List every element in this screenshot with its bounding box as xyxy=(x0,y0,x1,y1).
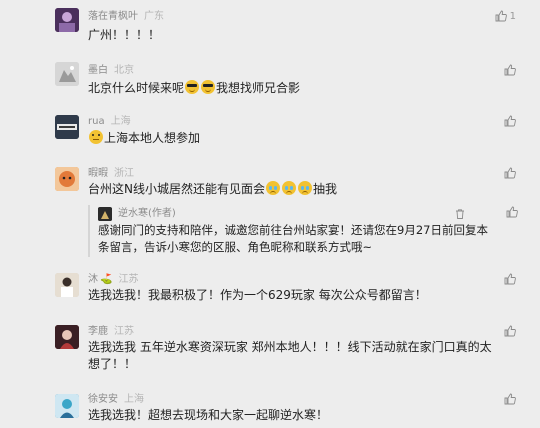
crying-emoji xyxy=(281,181,296,195)
author-reply: 逆水寒(作者) 感谢同门的支持和陪伴，诚邀您前往台州站家宴！还请您在9月27日前… xyxy=(88,205,540,257)
like-button[interactable] xyxy=(504,166,516,180)
author-location: 上海 xyxy=(110,116,131,127)
sunglasses-emoji xyxy=(201,80,216,94)
avatar[interactable] xyxy=(55,8,79,32)
thumbs-up-icon xyxy=(504,393,516,405)
like-button[interactable] xyxy=(504,324,516,338)
thumbs-up-icon xyxy=(506,206,518,218)
author-location: 江苏 xyxy=(118,274,139,285)
thumbs-up-icon xyxy=(504,273,516,285)
like-button[interactable] xyxy=(504,392,516,406)
reply-text: 感谢同门的支持和陪伴，诚邀您前往台州站家宴！还请您在9月27日前回复本条留言，告… xyxy=(98,223,488,254)
like-count: 1 xyxy=(509,10,516,22)
avatar[interactable] xyxy=(55,273,79,297)
sunglasses-emoji xyxy=(185,80,200,94)
reply-author[interactable]: 逆水寒(作者) xyxy=(118,208,176,220)
like-button[interactable]: 1 xyxy=(495,9,516,23)
comment-author: rua 上海 xyxy=(88,116,131,128)
author-name[interactable]: 墨白 xyxy=(88,65,108,76)
crying-emoji xyxy=(265,181,280,195)
author-location: 浙江 xyxy=(114,168,134,179)
expressionless-emoji xyxy=(89,130,103,144)
avatar[interactable] xyxy=(55,167,79,191)
thumbs-up-icon xyxy=(504,325,516,337)
author-name[interactable]: 李鹿 xyxy=(88,326,108,337)
avatar[interactable] xyxy=(55,62,79,86)
comment-text: 北京什么时候来呢 我想找师兄合影 xyxy=(88,80,301,95)
like-button[interactable] xyxy=(504,114,516,128)
author-location: 广东 xyxy=(144,11,164,22)
author-location: 上海 xyxy=(124,394,144,405)
like-button[interactable] xyxy=(504,272,516,286)
avatar[interactable] xyxy=(55,115,79,139)
author-badge: ⛳ xyxy=(100,274,113,285)
comment-author: 暇暇 浙江 xyxy=(88,168,134,180)
comment-text: 选我选我！我最积极了！作为一个629玩家 每次公众号都留言！ xyxy=(88,288,427,302)
author-avatar[interactable] xyxy=(98,207,112,221)
author-name[interactable]: 徐安安 xyxy=(88,394,118,405)
comment-author: 徐安安 上海 xyxy=(88,394,144,406)
thumbs-up-icon xyxy=(495,10,507,22)
comment-text: 选我选我！超想去现场和大家一起聊逆水寒！ xyxy=(88,408,329,422)
comment-text: 上海本地人想参加 xyxy=(88,130,498,147)
thumbs-up-icon xyxy=(504,115,516,127)
comment-author: 落在青枫叶 广东 xyxy=(88,11,164,23)
crying-emoji xyxy=(297,181,312,195)
author-name[interactable]: 落在青枫叶 xyxy=(88,11,138,22)
comment-text: 广州！！！！ xyxy=(88,28,161,42)
thumbs-up-icon xyxy=(504,167,516,179)
comment-author: 李鹿 江苏 xyxy=(88,326,134,338)
comment-author: 沐 ⛳ 江苏 xyxy=(88,274,138,286)
author-name[interactable]: 沐 xyxy=(88,274,98,285)
comment-text: 选我选我 五年逆水寒资深玩家 郑州本地人！！！线下活动就在家门口真的太想了！！ xyxy=(88,340,492,371)
comment-list: 落在青枫叶 广东 1 广州！！！！ 墨白 北京 北京什么时候来呢 我想找师兄合影 ru… xyxy=(0,0,540,428)
comment-text: 台州这N线小城居然还能有见面会 抽我 xyxy=(88,181,337,196)
avatar[interactable] xyxy=(55,325,79,349)
avatar[interactable] xyxy=(55,394,79,418)
comment-author: 墨白 北京 xyxy=(88,65,134,77)
author-name[interactable]: 暇暇 xyxy=(88,168,108,179)
author-name[interactable]: rua xyxy=(88,116,105,127)
like-button[interactable] xyxy=(506,205,518,219)
trash-icon xyxy=(456,209,464,219)
like-button[interactable] xyxy=(504,63,516,77)
thumbs-up-icon xyxy=(504,64,516,76)
author-location: 北京 xyxy=(114,65,134,76)
author-location: 江苏 xyxy=(114,326,134,337)
